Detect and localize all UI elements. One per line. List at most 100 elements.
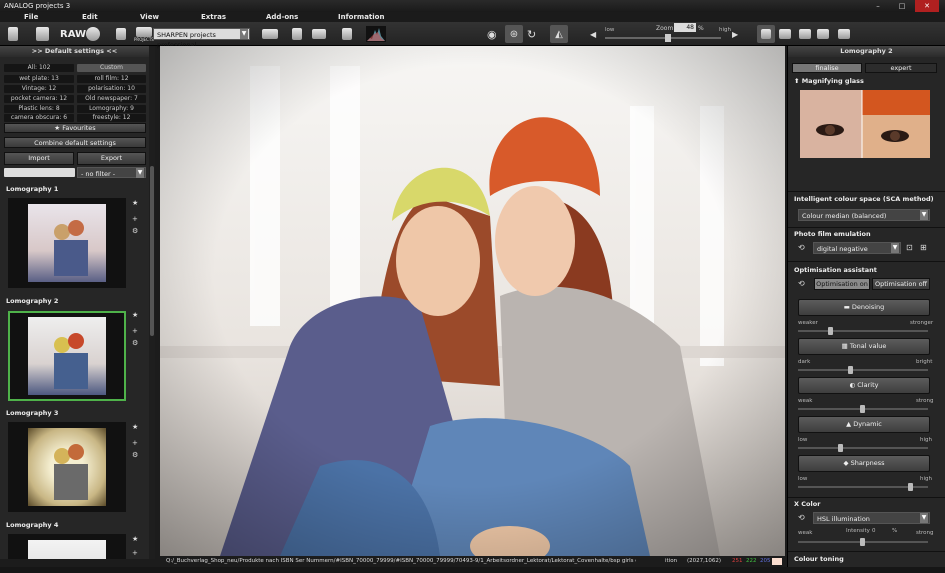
histogram-icon[interactable] bbox=[366, 25, 386, 43]
tab-expert[interactable]: expert bbox=[865, 63, 937, 73]
scrollbar-thumb[interactable] bbox=[150, 166, 154, 336]
export-button[interactable]: Export bbox=[77, 152, 146, 165]
photo-canvas[interactable] bbox=[160, 46, 785, 556]
clarity-slider[interactable] bbox=[798, 405, 928, 413]
preset-thumbnail[interactable] bbox=[8, 534, 126, 559]
menu-edit[interactable]: Edit bbox=[82, 12, 98, 22]
menu-view[interactable]: View bbox=[140, 12, 159, 22]
filter-search-input[interactable] bbox=[4, 168, 75, 177]
menu-file[interactable]: File bbox=[24, 12, 38, 22]
projects-logo-icon[interactable]: PROJECTS bbox=[134, 25, 154, 43]
favourite-star-icon[interactable]: ★ bbox=[132, 535, 138, 543]
reset-icon[interactable]: ⟲ bbox=[798, 279, 805, 288]
tag-old-newspaper[interactable]: Old newspaper: 7 bbox=[77, 95, 146, 103]
add-icon[interactable]: + bbox=[132, 549, 138, 557]
settings-icon[interactable]: ⚙ bbox=[132, 339, 138, 347]
layout-single-icon[interactable] bbox=[779, 25, 791, 43]
add-icon[interactable]: + bbox=[132, 215, 138, 223]
preset-item-lomography-1[interactable]: Lomography 1 ★ + ⚙ bbox=[0, 185, 148, 297]
compare-icon[interactable] bbox=[342, 25, 352, 43]
intensity-value[interactable]: 0 bbox=[872, 528, 876, 534]
menu-information[interactable]: Information bbox=[338, 12, 384, 22]
zoom-input[interactable]: 48 bbox=[674, 23, 696, 32]
tag-freestyle[interactable]: freestyle: 12 bbox=[77, 114, 146, 122]
favourite-star-icon[interactable]: ★ bbox=[132, 423, 138, 431]
sharpness-button[interactable]: ◆ Sharpness bbox=[798, 455, 930, 472]
preset-thumbnail[interactable] bbox=[8, 422, 126, 512]
zoom-slider-knob[interactable] bbox=[665, 34, 671, 42]
comment-icon[interactable] bbox=[817, 25, 829, 43]
slider-knob[interactable] bbox=[908, 483, 913, 491]
refresh-icon[interactable]: ⟲ bbox=[798, 243, 805, 252]
reset-icon[interactable]: ⟲ bbox=[798, 513, 805, 522]
tonal-slider[interactable] bbox=[798, 366, 928, 374]
settings-icon[interactable]: ⚙ bbox=[132, 227, 138, 235]
sharpen-select[interactable]: SHARPEN projects professional ▼ bbox=[153, 28, 250, 49]
combine-settings-button[interactable]: Combine default settings bbox=[4, 137, 146, 148]
preset-list-scrollbar[interactable] bbox=[149, 46, 155, 559]
tag-plastic-lens[interactable]: Plastic lens: 8 bbox=[4, 105, 74, 113]
denoise-slider[interactable] bbox=[798, 327, 928, 335]
open-icon[interactable] bbox=[36, 25, 49, 43]
slider-knob[interactable] bbox=[838, 444, 843, 452]
preset-item-lomography-2[interactable]: Lomography 2 ★ + ⚙ bbox=[0, 297, 148, 409]
denoising-button[interactable]: ▬ Denoising bbox=[798, 299, 930, 316]
clarity-button[interactable]: ◐ Clarity bbox=[798, 377, 930, 394]
magnifier-title[interactable]: ⬆ Magnifying glass bbox=[794, 77, 864, 85]
slider-knob[interactable] bbox=[848, 366, 853, 374]
hsl-select[interactable]: HSL illumination ▼ bbox=[813, 512, 930, 524]
slider-knob[interactable] bbox=[860, 405, 865, 413]
colour-space-select[interactable]: Colour median (balanced) ▼ bbox=[798, 209, 930, 221]
tag-vintage[interactable]: Vintage: 12 bbox=[4, 85, 74, 93]
sharpness-slider[interactable] bbox=[798, 483, 928, 491]
film-info-icon[interactable]: ⊞ bbox=[920, 243, 927, 252]
preset-item-lomography-3[interactable]: Lomography 3 ★ + ⚙ bbox=[0, 409, 148, 521]
tag-wet-plate[interactable]: wet plate: 13 bbox=[4, 75, 74, 83]
save-icon[interactable] bbox=[116, 25, 126, 43]
camera-icon[interactable] bbox=[312, 25, 326, 43]
add-icon[interactable]: + bbox=[132, 439, 138, 447]
tonal-value-button[interactable]: ▦ Tonal value bbox=[798, 338, 930, 355]
preset-thumbnail[interactable] bbox=[8, 198, 126, 288]
slider-knob[interactable] bbox=[860, 538, 865, 546]
favourite-star-icon[interactable]: ★ bbox=[132, 199, 138, 207]
settings-icon[interactable]: ⚙ bbox=[132, 451, 138, 459]
print-icon[interactable] bbox=[292, 25, 302, 43]
export-icon[interactable] bbox=[262, 25, 278, 43]
optimisation-off-button[interactable]: Optimisation off bbox=[872, 278, 930, 290]
zoom-slider[interactable] bbox=[605, 34, 721, 42]
tag-pocket-camera[interactable]: pocket camera: 12 bbox=[4, 95, 74, 103]
menu-extras[interactable]: Extras bbox=[201, 12, 226, 22]
tab-finalise[interactable]: finalise bbox=[792, 63, 862, 73]
crop-icon[interactable] bbox=[757, 25, 775, 43]
slider-knob[interactable] bbox=[828, 327, 833, 335]
intensity-slider[interactable] bbox=[798, 538, 928, 546]
filter-select[interactable]: - no filter - ▼ bbox=[77, 167, 146, 178]
maximize-icon[interactable]: □ bbox=[890, 0, 914, 12]
tag-lomography[interactable]: Lomography: 9 bbox=[77, 105, 146, 113]
import-button[interactable]: Import bbox=[4, 152, 74, 165]
tag-custom[interactable]: Custom bbox=[77, 64, 146, 72]
dynamic-button[interactable]: ▲ Dynamic bbox=[798, 416, 930, 433]
tag-roll-film[interactable]: roll film: 12 bbox=[77, 75, 146, 83]
mirror-icon[interactable]: ◭ bbox=[550, 25, 568, 43]
close-icon[interactable]: ✕ bbox=[915, 0, 939, 12]
preset-thumbnail-selected[interactable] bbox=[8, 311, 126, 401]
optimisation-on-button[interactable]: Optimisation on bbox=[814, 278, 870, 290]
eye-icon[interactable]: ◉ bbox=[487, 25, 497, 43]
layout-split-icon[interactable] bbox=[799, 25, 811, 43]
redo-icon[interactable]: ↻ bbox=[527, 25, 536, 43]
dynamic-slider[interactable] bbox=[798, 444, 928, 452]
tag-polarisation[interactable]: polarisation: 10 bbox=[77, 85, 146, 93]
favourite-star-icon[interactable]: ★ bbox=[132, 311, 138, 319]
menu-addons[interactable]: Add-ons bbox=[266, 12, 298, 22]
default-settings-header[interactable]: >> Default settings << bbox=[0, 46, 149, 57]
new-icon[interactable] bbox=[8, 25, 18, 43]
add-icon[interactable]: + bbox=[132, 327, 138, 335]
film-select[interactable]: digital negative ▼ bbox=[813, 242, 901, 254]
zoom-in-icon[interactable]: ▶ bbox=[732, 25, 738, 43]
tag-camera-obscura[interactable]: camera obscura: 6 bbox=[4, 114, 74, 122]
target-icon[interactable]: ⊛ bbox=[505, 25, 523, 43]
preset-item-lomography-4[interactable]: Lomography 4 ★ + bbox=[0, 521, 148, 559]
film-tool-icon[interactable]: ⊡ bbox=[906, 243, 913, 252]
